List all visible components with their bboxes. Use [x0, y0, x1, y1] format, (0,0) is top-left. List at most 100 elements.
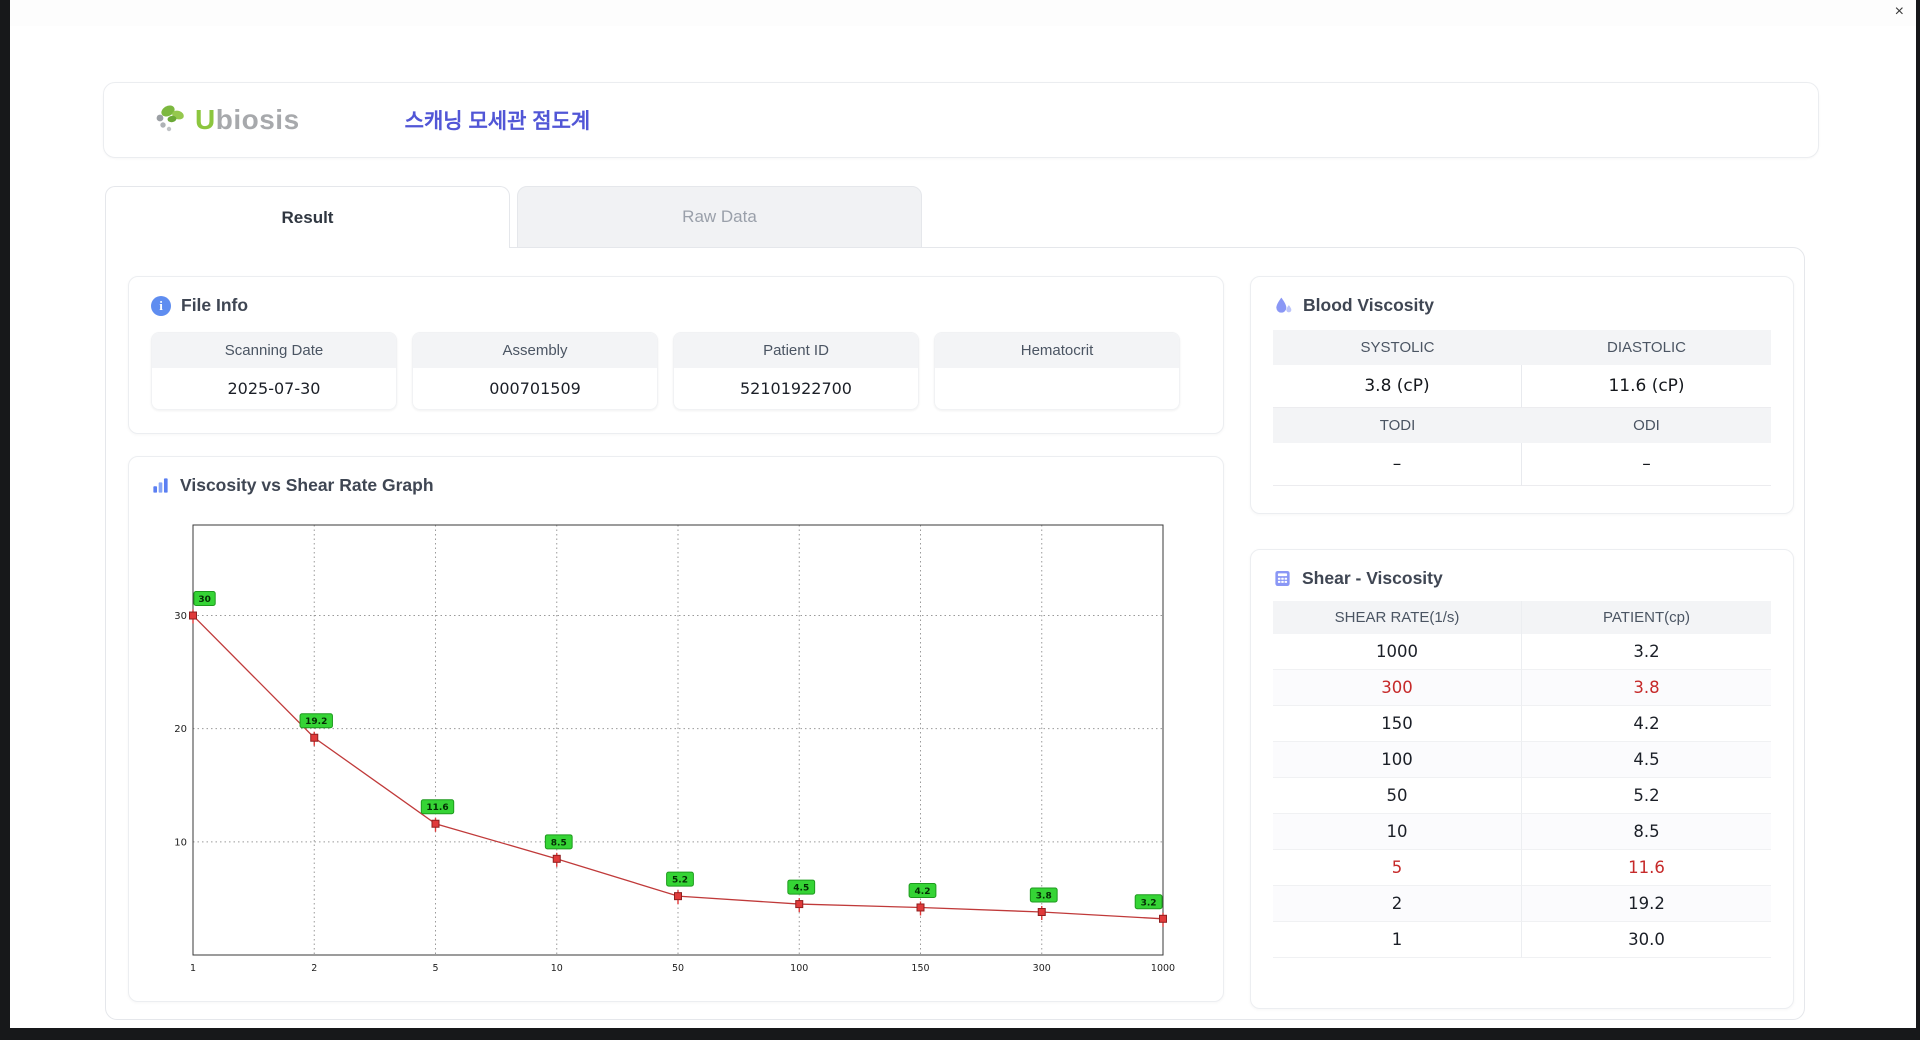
patient-cell: 3.8	[1522, 670, 1771, 706]
field-patient-id: Patient ID 52101922700	[673, 332, 919, 410]
blood-viscosity-table: SYSTOLIC DIASTOLIC 3.8 (cP) 11.6 (cP) TO…	[1273, 330, 1771, 486]
svg-text:30: 30	[198, 595, 211, 605]
shear-rate-cell: 1000	[1273, 634, 1522, 670]
file-info-title: File Info	[181, 295, 249, 315]
table-row: 2 19.2	[1273, 886, 1771, 922]
viscosity-chart-svg: 1 2 5 10 50 100 150 300 1000 10 20 30 30 19.2 11.6 8.5 5…	[174, 524, 1175, 974]
app-window: × Ubiosis 스캐닝 모세관 점도계 Result Raw Data i …	[10, 0, 1916, 1028]
shear-viscosity-title-row: Shear - Viscosity	[1273, 568, 1771, 589]
file-info-fields: Scanning Date 2025-07-30 Assembly 000701…	[151, 332, 1201, 410]
close-icon[interactable]: ×	[1895, 2, 1904, 22]
svg-text:20: 20	[174, 724, 187, 735]
svg-text:2: 2	[311, 963, 317, 974]
svg-text:300: 300	[1033, 963, 1051, 974]
field-label: Patient ID	[674, 333, 918, 368]
logo-text-leading: U	[195, 104, 216, 135]
svg-text:4.2: 4.2	[915, 887, 931, 897]
field-assembly: Assembly 000701509	[412, 332, 658, 410]
bv-value-systolic: 3.8 (cP)	[1273, 365, 1522, 408]
blood-viscosity-card: Blood Viscosity SYSTOLIC DIASTOLIC 3.8 (…	[1250, 276, 1794, 514]
table-row: 300 3.8	[1273, 670, 1771, 706]
logo-leaf-icon	[156, 105, 184, 132]
field-hematocrit: Hematocrit	[934, 332, 1180, 410]
svg-text:4.5: 4.5	[793, 884, 809, 894]
shear-rate-cell: 2	[1273, 886, 1522, 922]
svg-text:3.8: 3.8	[1036, 892, 1052, 902]
shear-rate-cell: 10	[1273, 814, 1522, 850]
col-header-patient: PATIENT(cp)	[1522, 601, 1771, 634]
svg-text:1000: 1000	[1151, 963, 1175, 974]
patient-cell: 5.2	[1522, 778, 1771, 814]
file-info-title-row: i File Info	[151, 295, 1201, 316]
svg-text:10: 10	[174, 837, 187, 848]
viscosity-graph-card: Viscosity vs Shear Rate Graph 1 2 5 10 50 100…	[128, 456, 1224, 1002]
bv-header-diastolic: DIASTOLIC	[1522, 330, 1771, 365]
svg-text:3.2: 3.2	[1141, 898, 1157, 908]
logo-text-rest: biosis	[215, 104, 300, 135]
svg-text:5: 5	[432, 963, 438, 974]
table-row: 5 11.6	[1273, 850, 1771, 886]
field-value	[935, 368, 1179, 409]
info-icon-glyph: i	[159, 297, 163, 313]
page-title: 스캐닝 모세관 점도계	[404, 110, 591, 133]
svg-text:30: 30	[174, 611, 187, 622]
tab-result[interactable]: Result	[105, 186, 510, 248]
svg-text:1: 1	[190, 963, 196, 974]
field-label: Assembly	[413, 333, 657, 368]
svg-text:11.6: 11.6	[426, 803, 448, 813]
field-label: Hematocrit	[935, 333, 1179, 368]
info-icon: i	[151, 295, 171, 316]
ubiosis-logo: Ubiosis	[151, 102, 300, 138]
shear-viscosity-title: Shear - Viscosity	[1302, 568, 1443, 588]
viscosity-chart: 1 2 5 10 50 100 150 300 1000 10 20 30 30 19.2 11.6 8.5 5…	[155, 511, 1175, 986]
patient-cell: 3.2	[1522, 634, 1771, 670]
shear-rate-cell: 1	[1273, 922, 1522, 958]
window-titlebar: ×	[10, 0, 1916, 26]
shear-rate-cell: 150	[1273, 706, 1522, 742]
svg-text:8.5: 8.5	[551, 838, 567, 848]
logo-text: Ubiosis	[195, 104, 300, 136]
svg-text:50: 50	[672, 963, 684, 974]
patient-cell: 19.2	[1522, 886, 1771, 922]
tab-bar: Result Raw Data	[105, 186, 922, 248]
table-row: 10 8.5	[1273, 814, 1771, 850]
patient-cell: 11.6	[1522, 850, 1771, 886]
table-row: 150 4.2	[1273, 706, 1771, 742]
table-header-row: SHEAR RATE(1/s) PATIENT(cp)	[1273, 601, 1771, 634]
file-info-card: i File Info Scanning Date 2025-07-30 Ass…	[128, 276, 1224, 434]
svg-text:10: 10	[551, 963, 563, 974]
table-row: 1000 3.2	[1273, 634, 1771, 670]
shear-rate-cell: 300	[1273, 670, 1522, 706]
svg-text:5.2: 5.2	[672, 876, 688, 886]
result-panel: i File Info Scanning Date 2025-07-30 Ass…	[105, 247, 1805, 1020]
app-header: Ubiosis 스캐닝 모세관 점도계	[103, 82, 1819, 158]
shear-rate-cell: 5	[1273, 850, 1522, 886]
table-row: 50 5.2	[1273, 778, 1771, 814]
blood-viscosity-title-row: Blood Viscosity	[1273, 295, 1771, 316]
graph-title: Viscosity vs Shear Rate Graph	[180, 475, 434, 495]
bv-header-systolic: SYSTOLIC	[1273, 330, 1522, 365]
bv-value-todi: –	[1273, 443, 1522, 486]
bar-chart-icon	[153, 478, 168, 493]
bv-header-odi: ODI	[1522, 408, 1771, 443]
patient-cell: 8.5	[1522, 814, 1771, 850]
field-label: Scanning Date	[152, 333, 396, 368]
bv-value-diastolic: 11.6 (cP)	[1522, 365, 1771, 408]
droplet-icon	[1276, 297, 1292, 313]
shear-rate-cell: 50	[1273, 778, 1522, 814]
tab-raw-data[interactable]: Raw Data	[517, 186, 922, 248]
table-row: 1 30.0	[1273, 922, 1771, 958]
svg-text:19.2: 19.2	[305, 717, 327, 727]
bv-value-odi: –	[1522, 443, 1771, 486]
field-value: 2025-07-30	[227, 379, 321, 398]
shear-viscosity-card: Shear - Viscosity SHEAR RATE(1/s) PATIEN…	[1250, 549, 1794, 1009]
col-header-shear-rate: SHEAR RATE(1/s)	[1273, 601, 1522, 634]
table-row: 100 4.5	[1273, 742, 1771, 778]
patient-cell: 30.0	[1522, 922, 1771, 958]
field-value: 000701509	[489, 379, 581, 398]
svg-text:150: 150	[911, 963, 929, 974]
bv-header-todi: TODI	[1273, 408, 1522, 443]
graph-title-row: Viscosity vs Shear Rate Graph	[151, 475, 1201, 496]
patient-cell: 4.2	[1522, 706, 1771, 742]
field-value: 52101922700	[740, 379, 852, 398]
